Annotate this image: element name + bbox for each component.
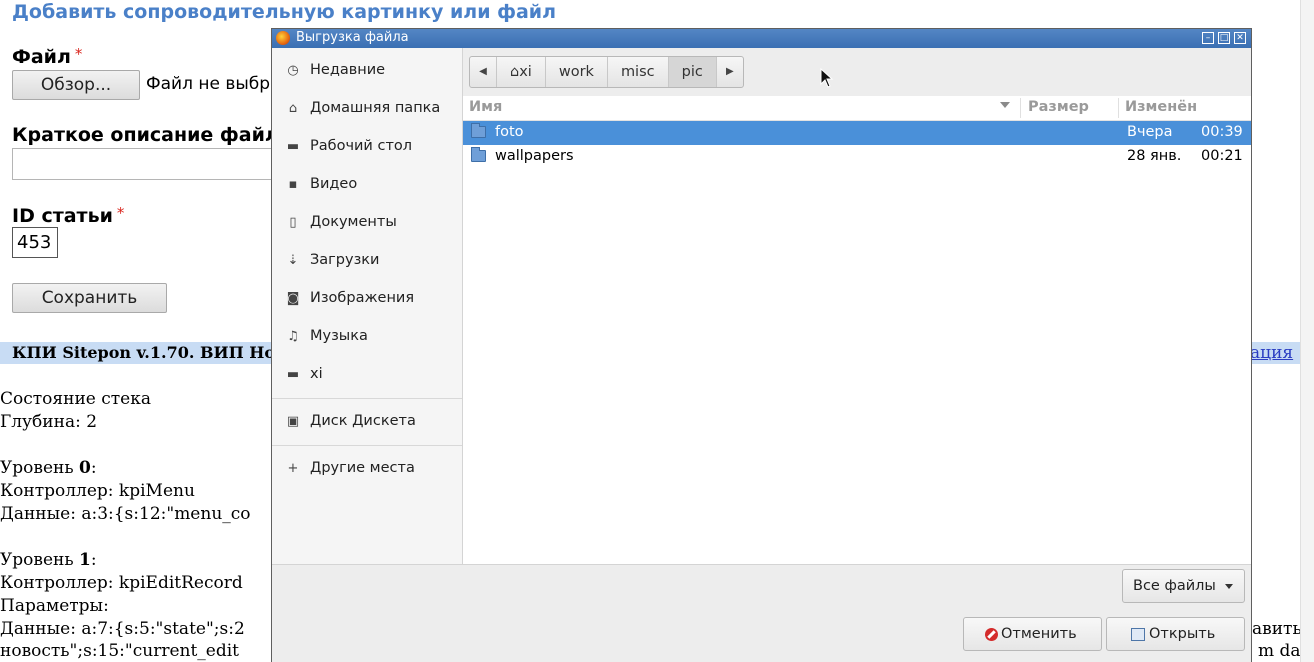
stack-depth: Глубина: 2 [0, 412, 98, 432]
dialog-titlebar[interactable]: Выгрузка файла – □ ✕ [272, 29, 1251, 48]
drive-icon: ▣ [286, 414, 300, 429]
sidebar-divider [272, 398, 462, 399]
camera-icon: ◙ [286, 291, 300, 306]
close-icon[interactable]: ✕ [1234, 32, 1246, 44]
sort-down-icon[interactable] [1000, 102, 1010, 108]
file-filter-dropdown[interactable]: Все файлы [1122, 569, 1245, 603]
home-icon: ⌂ [288, 101, 298, 116]
stack-title: Состояние стека [0, 389, 151, 409]
open-button[interactable]: Открыть [1106, 617, 1245, 651]
path-left-arrow-icon[interactable]: ◀ [470, 57, 496, 87]
cancel-button[interactable]: Отменить [963, 617, 1102, 651]
save-button[interactable]: Сохранить [12, 283, 167, 313]
level-0-controller: Контроллер: kpiMenu [0, 481, 195, 501]
path-segment-misc[interactable]: misc [606, 57, 668, 87]
download-icon: ⇣ [287, 253, 299, 268]
clock-icon: ◷ [287, 63, 299, 78]
dialog-footer [272, 564, 1251, 662]
music-icon: ♫ [287, 329, 299, 344]
file-label: Файл * [12, 45, 83, 68]
plus-icon: + [287, 461, 299, 476]
cancel-icon [985, 628, 998, 641]
file-list[interactable]: Имя Размер Изменён foto Вчера 00:39 wall… [463, 96, 1251, 564]
level-1-title: Уровень 1: [0, 550, 97, 570]
folder-icon [471, 147, 486, 162]
article-id-input[interactable]: 453 [12, 227, 58, 258]
description-label: Краткое описание файл [12, 124, 279, 146]
file-list-header: Имя Размер Изменён [463, 96, 1251, 121]
browse-button[interactable]: Обзор... [12, 70, 140, 100]
column-size[interactable]: Размер [1028, 99, 1089, 115]
sidebar-item-pictures[interactable]: ◙ Изображения [272, 280, 462, 318]
level-1-data-2-right: m da [1258, 641, 1301, 661]
video-icon: ▪ [288, 177, 298, 192]
file-row-foto[interactable]: foto Вчера 00:39 [463, 121, 1251, 145]
path-bar: ◀ ⌂xi work misc pic ▶ [469, 56, 744, 88]
sidebar-divider [272, 445, 462, 446]
minimize-icon[interactable]: – [1202, 32, 1214, 44]
level-1-data-right: авить [1252, 619, 1302, 639]
description-input[interactable] [12, 148, 292, 180]
kpi-bar-text: КПИ Sitepon v.1.70. ВИП Но [12, 343, 276, 362]
kpi-bar-link[interactable]: ация [1250, 343, 1293, 363]
folder-icon: ▬ [286, 139, 300, 154]
page-scrollbar[interactable] [1300, 0, 1314, 662]
sidebar-item-video[interactable]: ▪ Видео [272, 166, 462, 204]
level-0-title: Уровень 0: [0, 458, 97, 478]
chevron-down-icon [1225, 584, 1233, 589]
sidebar-item-documents[interactable]: ▯ Документы [272, 204, 462, 242]
firefox-icon [276, 31, 290, 45]
level-1-data: Данные: a:7:{s:5:"state";s:2 [0, 619, 245, 639]
path-right-arrow-icon[interactable]: ▶ [715, 57, 743, 87]
file-row-wallpapers[interactable]: wallpapers 28 янв. 00:21 [463, 145, 1251, 169]
level-1-controller: Контроллер: kpiEditRecord [0, 573, 243, 593]
column-modified[interactable]: Изменён [1125, 99, 1197, 115]
column-name[interactable]: Имя [469, 99, 502, 115]
folder-icon: ▬ [286, 367, 300, 382]
open-icon [1131, 628, 1145, 641]
home-icon: ⌂ [510, 64, 520, 80]
sidebar-item-other-places[interactable]: + Другие места [272, 450, 462, 488]
dialog-title: Выгрузка файла [296, 30, 409, 45]
file-upload-dialog: Выгрузка файла – □ ✕ ◷ Недавние ⌂ Домашняя… [271, 28, 1252, 662]
sidebar-item-music[interactable]: ♫ Музыка [272, 318, 462, 356]
column-divider [1118, 98, 1119, 118]
file-status: Файл не выбр [146, 74, 271, 94]
level-1-params: Параметры: [0, 596, 109, 616]
level-0-data: Данные: a:3:{s:12:"menu_co [0, 504, 251, 524]
places-sidebar: ◷ Недавние ⌂ Домашняя папка ▬ Рабочий стол … [272, 48, 463, 564]
required-mark: * [74, 45, 83, 63]
path-segment-xi[interactable]: ⌂xi [496, 57, 545, 87]
level-1-data-2: новость";s:15:"current_edit [0, 641, 240, 661]
path-segment-pic[interactable]: pic [667, 57, 716, 87]
sidebar-item-xi[interactable]: ▬ xi [272, 356, 462, 394]
sidebar-item-floppy[interactable]: ▣ Диск Дискета [272, 403, 462, 441]
sidebar-item-desktop[interactable]: ▬ Рабочий стол [272, 128, 462, 166]
sidebar-item-downloads[interactable]: ⇣ Загрузки [272, 242, 462, 280]
column-divider [1020, 98, 1021, 118]
document-icon: ▯ [289, 215, 297, 230]
sidebar-item-home[interactable]: ⌂ Домашняя папка [272, 90, 462, 128]
mouse-cursor-icon [820, 68, 834, 88]
required-mark: * [116, 204, 125, 222]
folder-icon [471, 123, 486, 138]
sidebar-item-recent[interactable]: ◷ Недавние [272, 52, 462, 90]
id-label: ID статьи * [12, 204, 125, 227]
maximize-icon[interactable]: □ [1218, 32, 1230, 44]
path-segment-work[interactable]: work [544, 57, 607, 87]
page-heading: Добавить сопроводительную картинку или ф… [12, 1, 557, 23]
